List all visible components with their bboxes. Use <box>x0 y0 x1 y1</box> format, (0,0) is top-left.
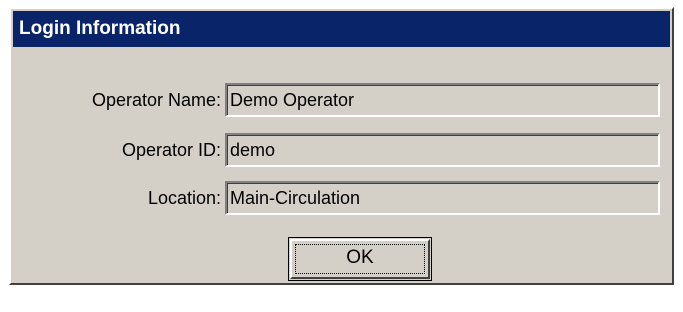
location-row: Location: <box>11 181 672 215</box>
location-label: Location: <box>147 188 221 208</box>
dialog-title: Login Information <box>19 18 181 39</box>
dialog-title-bar: Login Information <box>13 11 670 47</box>
operator-name-row: Operator Name: <box>11 83 672 117</box>
location-field[interactable] <box>225 181 660 215</box>
login-information-dialog: Login Information Operator Name: Operato… <box>9 7 674 285</box>
ok-button[interactable]: OK <box>288 237 432 281</box>
ok-button-label: OK <box>346 247 374 268</box>
operator-id-field[interactable] <box>225 133 660 167</box>
operator-name-field[interactable] <box>225 83 660 117</box>
operator-name-label: Operator Name: <box>91 90 221 110</box>
operator-id-label: Operator ID: <box>121 140 221 160</box>
operator-id-row: Operator ID: <box>11 133 672 167</box>
